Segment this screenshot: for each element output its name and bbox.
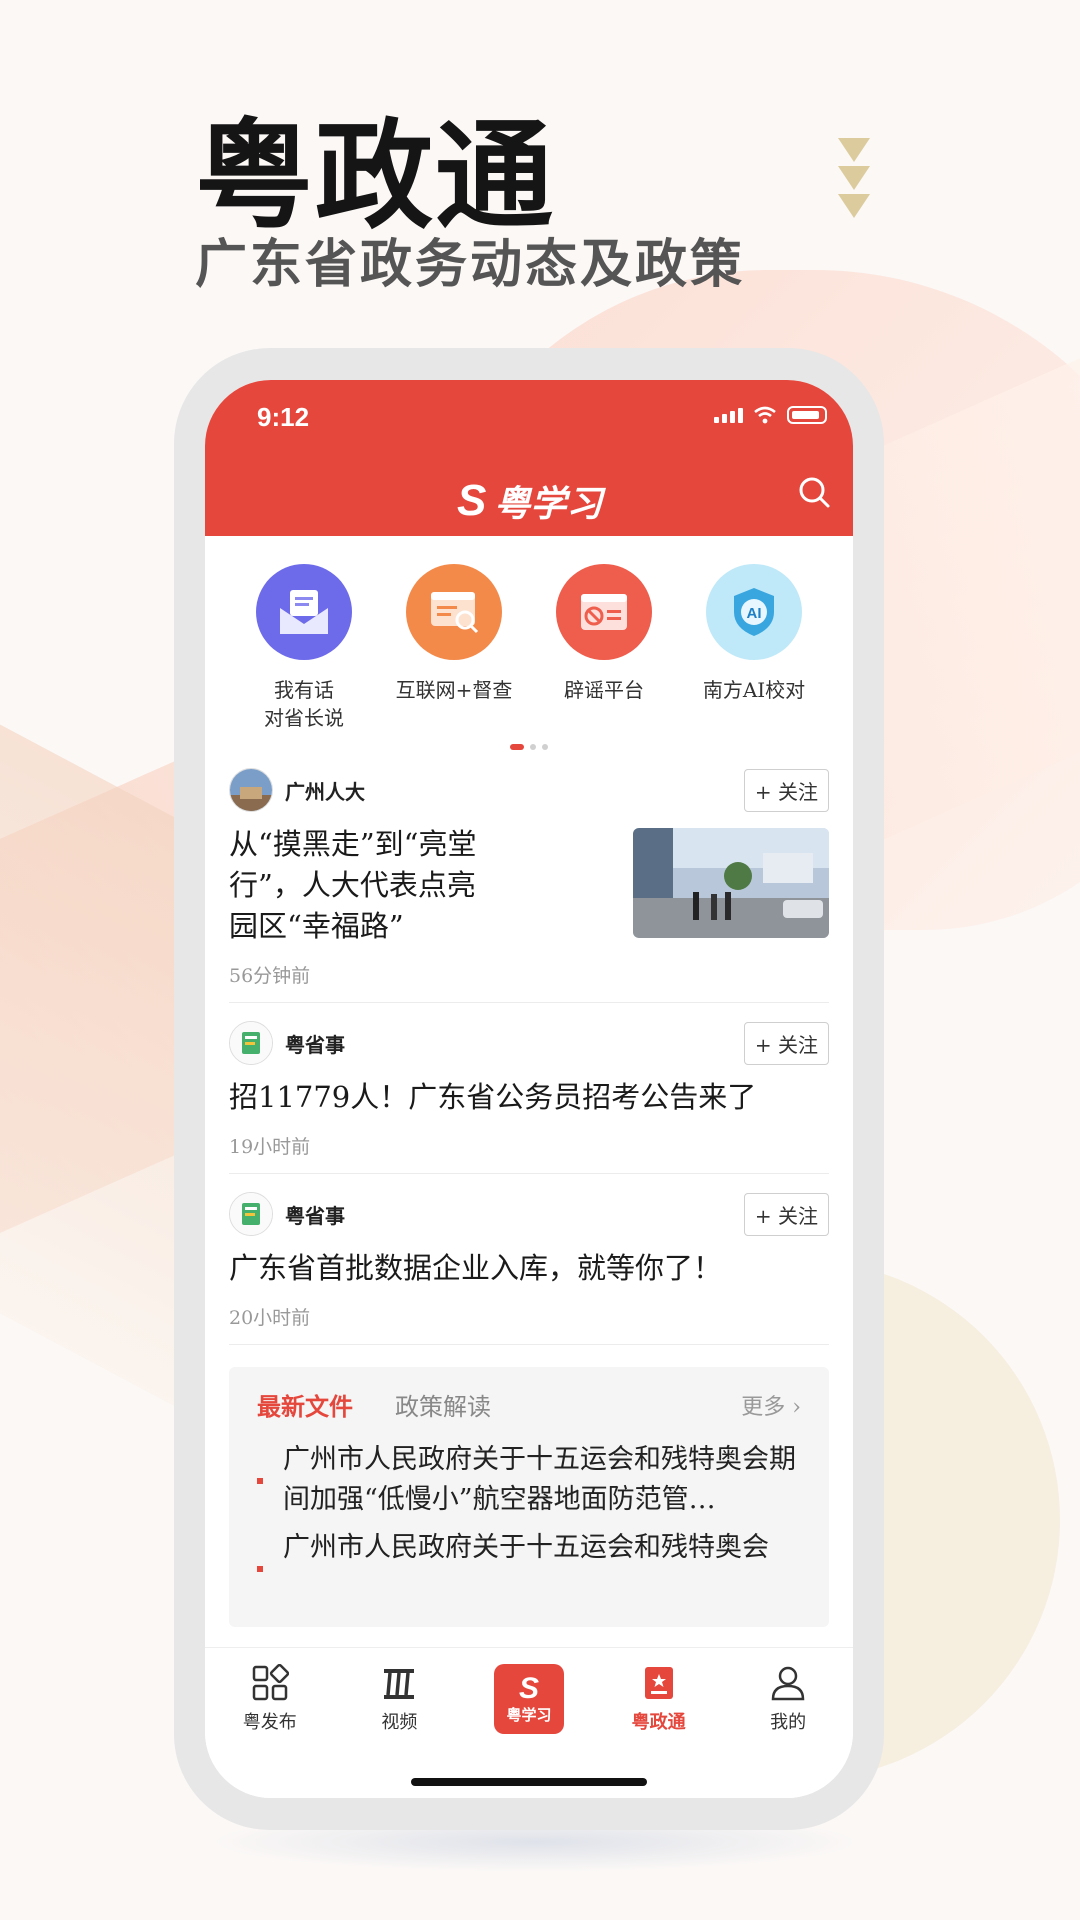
wifi-icon <box>754 406 776 424</box>
phone-screen: 9:12 S 粤学习 我有话 对省长说 互联网+督查 辟谣平台 AI 南方AI校… <box>205 380 853 1798</box>
news-title[interactable]: 从“摸黑走”到“亮堂行”，人大代表点亮园区“幸福路” <box>229 824 499 947</box>
search-button[interactable] <box>797 475 831 513</box>
video-icon <box>384 1669 415 1699</box>
news-thumbnail[interactable] <box>633 828 829 938</box>
battery-icon <box>787 406 827 424</box>
shortcut-row: 我有话 对省长说 互联网+督查 辟谣平台 AI 南方AI校对 <box>205 536 853 732</box>
ai-shield-icon: AI <box>706 564 802 660</box>
gov-badge-icon <box>644 1667 673 1699</box>
home-indicator <box>411 1778 647 1786</box>
tab-latest-files[interactable]: 最新文件 <box>257 1387 353 1422</box>
follow-button[interactable]: + 关注 <box>743 1021 829 1065</box>
news-item[interactable]: 粤省事 + 关注 广东省首批数据企业入库，就等你了！ 20小时前 <box>229 1174 829 1345</box>
shortcut-item[interactable]: 我有话 对省长说 <box>239 564 369 732</box>
news-title[interactable]: 广东省首批数据企业入库，就等你了！ <box>229 1248 829 1289</box>
document-item[interactable]: 广州市人民政府关于十五运会和残特奥会期间加强“低慢小”航空器地面防范管… <box>257 1440 801 1520</box>
avatar <box>229 1192 273 1236</box>
document-title: 广州市人民政府关于十五运会和残特奥会期间加强“低慢小”航空器地面防范管… <box>283 1444 796 1515</box>
hero-subtitle: 广东省政务动态及政策 <box>195 235 746 295</box>
status-time: 9:12 <box>257 402 310 432</box>
tab-label: 粤学习 <box>506 1705 552 1724</box>
follow-button[interactable]: + 关注 <box>743 1192 829 1236</box>
follow-button[interactable]: + 关注 <box>743 768 829 812</box>
tab-yue-fabu[interactable]: 粤发布 <box>205 1648 335 1798</box>
shortcut-label: 我有话 对省长说 <box>264 678 344 730</box>
shortcut-label: 南方AI校对 <box>702 678 806 702</box>
news-title[interactable]: 招11779人！广东省公务员招考公告来了 <box>229 1077 829 1118</box>
news-feed: 广州人大 + 关注 从“摸黑走”到“亮堂行”，人大代表点亮园区“幸福路” 56分… <box>205 750 853 1345</box>
chevron-down-icon <box>838 138 874 222</box>
document-title: 广州市人民政府关于十五运会和残特奥会 <box>283 1532 769 1563</box>
tab-label: 粤发布 <box>242 1712 297 1733</box>
shortcut-item[interactable]: AI 南方AI校对 <box>689 564 819 732</box>
phone-frame: 9:12 S 粤学习 我有话 对省长说 互联网+督查 辟谣平台 AI 南方AI校… <box>174 348 884 1830</box>
rumor-block-icon <box>556 564 652 660</box>
app-header: 9:12 S 粤学习 <box>205 380 853 536</box>
logo-text: 粤学习 <box>494 484 603 525</box>
tab-mine[interactable]: 我的 <box>723 1648 853 1798</box>
bullet-icon <box>257 1478 263 1484</box>
logo-mark: S <box>457 476 487 525</box>
mail-icon <box>256 564 352 660</box>
avatar <box>229 1021 273 1065</box>
more-link[interactable]: 更多 › <box>741 1389 801 1421</box>
search-icon <box>799 477 830 508</box>
user-icon <box>771 1666 805 1701</box>
news-item[interactable]: 粤省事 + 关注 招11779人！广东省公务员招考公告来了 19小时前 <box>229 1003 829 1174</box>
study-logo-icon: S 粤学习 <box>493 1664 564 1734</box>
status-icons <box>714 406 827 424</box>
news-time: 20小时前 <box>229 1307 311 1329</box>
tab-policy-interpretation[interactable]: 政策解读 <box>395 1387 491 1422</box>
app-logo: S 粤学习 <box>457 475 602 527</box>
documents-panel: 最新文件 政策解读 更多 › 广州市人民政府关于十五运会和残特奥会期间加强“低慢… <box>229 1367 829 1627</box>
shortcut-item[interactable]: 互联网+督查 <box>389 564 519 732</box>
signal-icon <box>714 407 743 423</box>
news-time: 19小时前 <box>229 1136 311 1158</box>
source-name: 广州人大 <box>285 779 365 804</box>
tab-label: 视频 <box>381 1712 418 1733</box>
tab-video[interactable]: 视频 <box>335 1648 465 1798</box>
shortcut-item[interactable]: 辟谣平台 <box>539 564 669 732</box>
avatar <box>229 768 273 812</box>
news-time: 56分钟前 <box>229 965 311 987</box>
tab-label: 粤政通 <box>631 1712 686 1733</box>
grid-icon <box>252 1663 289 1701</box>
bottom-tab-bar: 粤发布 视频 S 粤学习 粤政通 我的 <box>205 1647 853 1798</box>
news-item[interactable]: 广州人大 + 关注 从“摸黑走”到“亮堂行”，人大代表点亮园区“幸福路” 56分… <box>229 750 829 1003</box>
source-name: 粤省事 <box>285 1032 345 1057</box>
tab-yue-zhengtong[interactable]: 粤政通 <box>594 1648 724 1798</box>
web-search-icon <box>406 564 502 660</box>
shortcut-label: 辟谣平台 <box>564 678 644 702</box>
bullet-icon <box>257 1566 263 1572</box>
svg-text:AI: AI <box>747 605 762 622</box>
document-item[interactable]: 广州市人民政府关于十五运会和残特奥会 <box>257 1528 801 1572</box>
tab-yue-xuexi[interactable]: S 粤学习 <box>464 1648 594 1798</box>
shortcut-label: 互联网+督查 <box>395 678 513 702</box>
source-name: 粤省事 <box>285 1203 345 1228</box>
tab-label: 我的 <box>770 1712 807 1733</box>
